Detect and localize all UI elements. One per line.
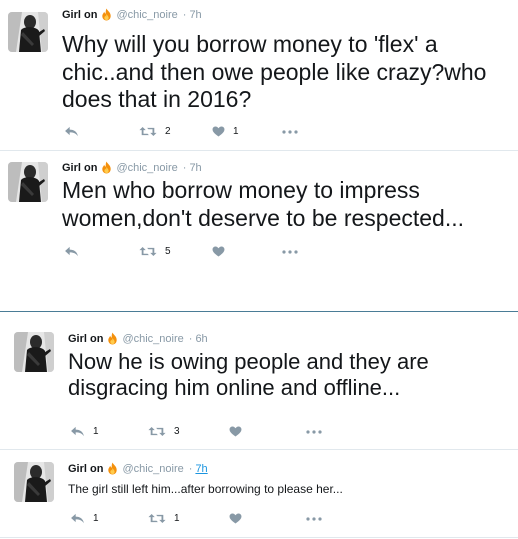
fire-emoji-icon — [106, 332, 119, 345]
retweet-button[interactable]: 5 — [139, 246, 171, 257]
separator-dot: · — [188, 332, 193, 345]
user-handle[interactable]: @chic_noire — [116, 162, 177, 174]
tweet-header: Girl on @chic_noire · 7h — [62, 8, 202, 21]
more-icon — [282, 130, 298, 134]
display-name[interactable]: Girl on — [68, 333, 103, 345]
tweet-header: Girl on @chic_noire · 7h — [62, 161, 202, 174]
retweet-icon — [148, 513, 166, 524]
display-name[interactable]: Girl on — [68, 463, 103, 475]
reply-icon — [64, 126, 79, 137]
retweet-icon — [139, 246, 157, 257]
tweet-text: Now he is owing people and they are disg… — [68, 349, 429, 401]
retweet-icon — [148, 426, 166, 437]
heart-icon — [212, 126, 225, 137]
reply-button[interactable] — [64, 246, 79, 257]
like-button[interactable] — [229, 513, 242, 524]
reply-icon — [70, 513, 85, 524]
avatar[interactable] — [8, 162, 48, 202]
heart-icon — [229, 513, 242, 524]
avatar-photo-icon — [8, 162, 48, 202]
retweet-count: 1 — [174, 513, 180, 524]
reply-button[interactable]: 1 — [70, 513, 99, 524]
tweet-2[interactable]: Girl on @chic_noire · 7h Men who borrow … — [0, 151, 518, 276]
heart-icon — [212, 246, 225, 257]
reply-count: 1 — [93, 426, 99, 437]
user-handle[interactable]: @chic_noire — [122, 333, 183, 345]
tweet-4[interactable]: Girl on @chic_noire · 7h The girl still … — [0, 450, 518, 539]
tweet-text: Why will you borrow money to 'flex' a ch… — [62, 31, 487, 113]
avatar-photo-icon — [14, 462, 54, 502]
more-button[interactable] — [282, 250, 298, 254]
retweet-count: 2 — [165, 126, 171, 137]
fire-emoji-icon — [106, 462, 119, 475]
timestamp-link[interactable]: 7h — [195, 463, 207, 475]
user-handle[interactable]: @chic_noire — [116, 9, 177, 21]
like-count: 1 — [233, 126, 239, 137]
retweet-button[interactable]: 1 — [148, 513, 180, 524]
tweet-3[interactable]: Girl on @chic_noire · 6h Now he is owing… — [0, 312, 518, 449]
display-name[interactable]: Girl on — [62, 162, 97, 174]
more-icon — [282, 250, 298, 254]
reply-icon — [70, 426, 85, 437]
avatar[interactable] — [8, 12, 48, 52]
retweet-button[interactable]: 3 — [148, 426, 180, 437]
separator-dot: · — [188, 462, 193, 475]
tweet-header: Girl on @chic_noire · 7h — [68, 462, 208, 475]
timestamp[interactable]: 7h — [189, 162, 201, 174]
separator-dot: · — [182, 161, 187, 174]
more-button[interactable] — [282, 130, 298, 134]
more-icon — [306, 517, 322, 521]
fire-emoji-icon — [100, 8, 113, 21]
more-button[interactable] — [306, 517, 322, 521]
separator-dot: · — [182, 8, 187, 21]
more-icon — [306, 430, 322, 434]
retweet-count: 3 — [174, 426, 180, 437]
retweet-count: 5 — [165, 246, 171, 257]
user-handle[interactable]: @chic_noire — [122, 463, 183, 475]
like-button[interactable] — [212, 246, 225, 257]
heart-icon — [229, 426, 242, 437]
retweet-button[interactable]: 2 — [139, 126, 171, 137]
retweet-icon — [139, 126, 157, 137]
avatar-photo-icon — [8, 12, 48, 52]
tweet-text: Men who borrow money to impress women,do… — [62, 177, 465, 231]
display-name[interactable]: Girl on — [62, 9, 97, 21]
like-button[interactable] — [229, 426, 242, 437]
tweet-header: Girl on @chic_noire · 6h — [68, 332, 208, 345]
tweet-1[interactable]: Girl on @chic_noire · 7h Why will you bo… — [0, 0, 518, 150]
reply-count: 1 — [93, 513, 99, 524]
reply-icon — [64, 246, 79, 257]
avatar[interactable] — [14, 332, 54, 372]
fire-emoji-icon — [100, 161, 113, 174]
tweet-text: The girl still left him...after borrowin… — [68, 482, 343, 496]
avatar[interactable] — [14, 462, 54, 502]
reply-button[interactable]: 1 — [70, 426, 99, 437]
avatar-photo-icon — [14, 332, 54, 372]
timestamp[interactable]: 7h — [189, 9, 201, 21]
like-button[interactable]: 1 — [212, 126, 239, 137]
timestamp[interactable]: 6h — [195, 333, 207, 345]
more-button[interactable] — [306, 430, 322, 434]
divider — [0, 537, 518, 538]
reply-button[interactable] — [64, 126, 79, 137]
